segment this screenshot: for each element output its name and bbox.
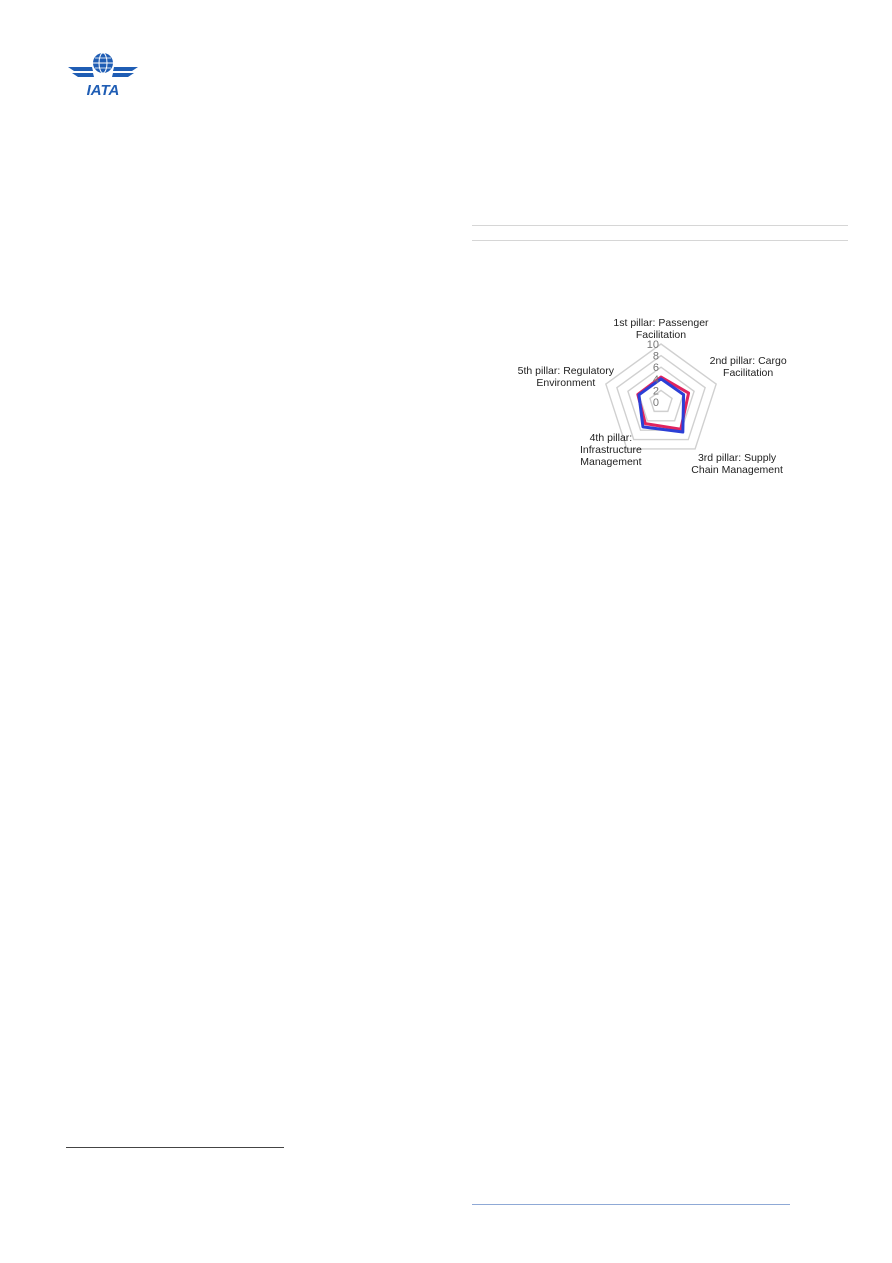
axis-label: 5th pillar: Regulatory: [518, 365, 615, 377]
globe-icon: [93, 52, 113, 74]
axis-label: Management: [580, 456, 641, 468]
axis-label: Chain Management: [691, 464, 783, 476]
header-rule: [472, 225, 848, 226]
iata-logo: IATA: [68, 52, 138, 99]
axis-label: 3rd pillar: Supply: [698, 452, 777, 464]
axis-label: Environment: [536, 377, 595, 389]
tick-label: 6: [653, 362, 659, 374]
axis-label: 1st pillar: Passenger: [613, 317, 709, 329]
link-underline: [472, 1204, 790, 1205]
header-rule: [472, 240, 848, 241]
tick-label: 4: [653, 374, 659, 386]
axis-label: Infrastructure: [580, 444, 642, 456]
radar-chart: 0246810 1st pillar: PassengerFacilitatio…: [518, 317, 787, 476]
axis-label: 4th pillar:: [590, 432, 633, 444]
axis-label: Facilitation: [636, 329, 686, 341]
tick-label: 0: [653, 397, 659, 409]
footnote-separator: [66, 1147, 284, 1148]
radar-series: [636, 375, 691, 434]
axis-label: 2nd pillar: Cargo: [710, 355, 787, 367]
tick-label: 2: [653, 385, 659, 397]
tick-label: 8: [653, 351, 659, 363]
axis-label: Facilitation: [723, 367, 773, 379]
logo-text: IATA: [87, 82, 120, 99]
radial-tick-labels: 0246810: [647, 339, 659, 409]
